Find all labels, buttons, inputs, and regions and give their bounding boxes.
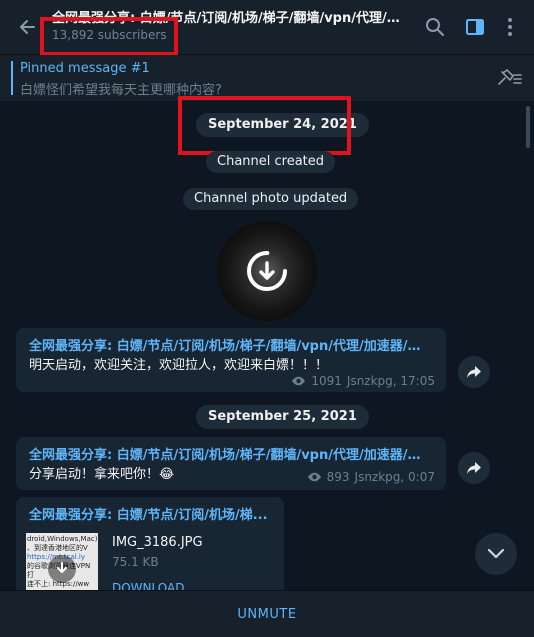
- back-button[interactable]: [14, 14, 40, 40]
- share-button[interactable]: [458, 356, 490, 388]
- message-text: 明天启动，欢迎关注，欢迎拉人，欢迎来白嫖！！！: [29, 358, 329, 373]
- search-button[interactable]: [423, 15, 447, 39]
- download-icon: [57, 562, 67, 573]
- message-bubble[interactable]: 全网最强分享: 白嫖/节点/订阅/机场/梯子/翻墙/vpn/代理/加速器/科..…: [16, 328, 446, 392]
- message-author[interactable]: 全网最强分享: 白嫖/节点/订阅/机场/梯子/翻墙/vpn/代理/加速器/科..…: [29, 444, 433, 463]
- message-signature: Jsnzkpg, 17:05: [346, 374, 435, 388]
- eye-icon: [307, 472, 321, 482]
- thumb-text-line: droid,Windows,Mac): [27, 535, 98, 543]
- arrow-left-icon: [20, 20, 35, 34]
- unpin-button[interactable]: [496, 67, 522, 89]
- message-signature: Jsnzkpg, 0:07: [354, 470, 435, 484]
- file-size: 75.1 KB: [112, 555, 159, 569]
- feed-scrollbar[interactable]: [526, 106, 530, 148]
- pin-list-icon: [498, 68, 522, 85]
- message-author[interactable]: 全网最强分享: 白嫖/节点/订阅/机场/梯...: [29, 504, 274, 523]
- sidebar-icon: [466, 19, 484, 35]
- message-meta: 893 Jsnzkpg, 0:07: [307, 470, 435, 484]
- date-separator: September 25, 2021: [196, 405, 369, 429]
- file-name: IMG_3186.JPG: [112, 535, 203, 550]
- message-text: 分享启动！拿来吧你！😂: [29, 467, 175, 482]
- thumbnail-download-button[interactable]: [48, 555, 76, 583]
- view-count: 893: [326, 470, 350, 484]
- chevron-down-icon: [487, 548, 505, 559]
- pinned-title: Pinned message #1: [20, 61, 150, 76]
- service-message-channel-created: Channel created: [206, 151, 336, 173]
- channel-photo[interactable]: [217, 221, 317, 321]
- share-arrow-icon: [467, 462, 481, 474]
- share-arrow-icon: [467, 366, 481, 378]
- pinned-accent-bar: [11, 61, 13, 95]
- more-options-button[interactable]: [498, 15, 522, 39]
- pinned-message-bar[interactable]: Pinned message #1 白嫖怪们希望我每天主更哪种内容?: [0, 55, 534, 101]
- unmute-button[interactable]: UNMUTE: [237, 607, 296, 622]
- message-author[interactable]: 全网最强分享: 白嫖/节点/订阅/机场/梯子/翻墙/vpn/代理/加速器/科..…: [29, 335, 433, 354]
- thumb-text-line: 、到達香港地区的V: [27, 544, 88, 552]
- service-message-photo-updated: Channel photo updated: [183, 188, 359, 210]
- subscribers-highlight-box: [40, 17, 178, 56]
- toggle-sidebar-button[interactable]: [463, 15, 487, 39]
- date-highlight-box: [178, 96, 351, 155]
- bottom-bar: UNMUTE: [0, 590, 534, 637]
- more-vertical-icon: [508, 18, 512, 36]
- download-icon: [247, 251, 287, 291]
- view-count: 1091: [311, 374, 342, 388]
- share-button[interactable]: [458, 452, 490, 484]
- message-bubble[interactable]: 全网最强分享: 白嫖/节点/订阅/机场/梯子/翻墙/vpn/代理/加速器/科..…: [16, 437, 446, 490]
- search-icon: [426, 18, 444, 36]
- message-meta: 1091 Jsnzkpg, 17:05: [291, 374, 435, 388]
- scroll-to-bottom-button[interactable]: [475, 533, 517, 575]
- eye-icon: [292, 376, 306, 386]
